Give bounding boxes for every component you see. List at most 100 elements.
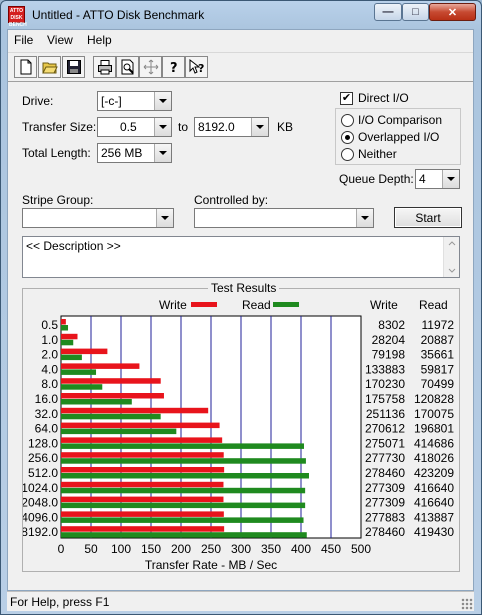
- print-button[interactable]: [93, 56, 116, 78]
- minimize-button[interactable]: —: [374, 3, 402, 21]
- read-value: 70499: [421, 377, 455, 391]
- write-bar: [61, 407, 209, 414]
- read-column-header: Read: [419, 298, 448, 312]
- read-bar: [61, 413, 161, 420]
- write-value: 275071: [365, 436, 405, 450]
- move-button[interactable]: [139, 56, 162, 78]
- help-icon: ?: [170, 61, 178, 75]
- chevron-down-icon[interactable]: [356, 209, 373, 227]
- neither-label: Neither: [358, 147, 397, 161]
- drive-label: Drive:: [22, 94, 54, 108]
- read-bar: [61, 517, 304, 523]
- transfer-size-label: Transfer Size:: [22, 120, 97, 134]
- stripe-group-select[interactable]: [22, 208, 174, 228]
- overlapped-io-radio[interactable]: [341, 131, 354, 144]
- menu-bar: File View Help: [8, 30, 473, 50]
- status-bar: For Help, press F1: [7, 591, 474, 611]
- neither-radio[interactable]: [341, 148, 354, 161]
- move-icon: [143, 59, 158, 75]
- x-tick-label: 0: [58, 542, 65, 556]
- direct-io-label: Direct I/O: [358, 91, 409, 105]
- size-label: 128.0: [28, 436, 58, 450]
- queue-depth-select[interactable]: 4: [415, 169, 460, 189]
- drive-value: [-c-]: [101, 94, 122, 108]
- transfer-size-from-value: 0.5: [120, 120, 137, 134]
- atto-app-icon[interactable]: ATTO DISK BENCH: [8, 6, 27, 28]
- read-bar: [61, 369, 97, 375]
- size-label: 8192.0: [23, 525, 58, 539]
- transfer-size-from-select[interactable]: 0.5: [97, 117, 172, 137]
- read-value: 418026: [414, 451, 454, 465]
- scroll-arrows-icon: [448, 241, 456, 273]
- size-label: 2048.0: [23, 496, 58, 510]
- total-length-select[interactable]: 256 MB: [97, 143, 172, 163]
- write-value: 270612: [365, 422, 405, 436]
- chevron-down-icon[interactable]: [156, 209, 173, 227]
- read-value: 413887: [414, 510, 454, 524]
- transfer-size-to-value: 8192.0: [198, 120, 235, 134]
- write-value: 28204: [372, 333, 406, 347]
- checkmark-icon: ✔: [341, 92, 352, 104]
- save-button[interactable]: [62, 56, 85, 78]
- x-tick-label: 150: [141, 542, 161, 556]
- read-bar: [61, 502, 306, 509]
- title-bar[interactable]: ATTO DISK BENCH Untitled - ATTO Disk Ben…: [1, 1, 481, 29]
- app-icon-text: ATTO DISK BENCH: [9, 8, 27, 28]
- x-tick-label: 350: [261, 542, 281, 556]
- chevron-down-icon[interactable]: [154, 144, 171, 162]
- close-icon: ✕: [447, 6, 458, 19]
- size-label: 4096.0: [23, 510, 58, 524]
- read-value: 120828: [414, 392, 454, 406]
- resize-grip-icon[interactable]: [461, 598, 473, 610]
- menu-help[interactable]: Help: [87, 33, 112, 47]
- write-bar: [61, 363, 140, 369]
- test-results-group: Test Results 0.5 1.0 2.0 4.0 8.0 16.0 32.0 64.0…: [22, 281, 460, 572]
- write-value: 8302: [378, 318, 405, 332]
- chevron-down-icon[interactable]: [251, 118, 268, 136]
- size-label: 512.0: [28, 466, 58, 480]
- chart-x-tick-labels: 0 50 100 150 200 250 300 350 400 450 500: [58, 542, 372, 556]
- menu-view[interactable]: View: [47, 33, 73, 47]
- new-button[interactable]: [14, 56, 37, 78]
- drive-select[interactable]: [-c-]: [97, 91, 172, 111]
- read-value: 11972: [422, 318, 455, 332]
- write-bar: [61, 511, 224, 517]
- menu-file[interactable]: File: [14, 33, 33, 47]
- read-bar: [61, 487, 306, 494]
- size-label: 1024.0: [23, 481, 58, 495]
- write-value: 277309: [365, 481, 405, 495]
- write-bar: [61, 452, 224, 458]
- read-value: 416640: [414, 481, 454, 495]
- x-tick-label: 300: [231, 542, 251, 556]
- chevron-down-icon[interactable]: [442, 170, 459, 188]
- print-preview-button[interactable]: [116, 56, 139, 78]
- context-help-button[interactable]: ?: [185, 56, 208, 78]
- description-field[interactable]: << Description >>: [22, 236, 460, 278]
- io-comparison-radio[interactable]: [341, 114, 354, 127]
- read-bar: [61, 443, 304, 449]
- direct-io-checkbox[interactable]: ✔: [340, 92, 353, 105]
- maximize-button[interactable]: □: [402, 3, 429, 21]
- size-label: 16.0: [35, 392, 59, 406]
- close-button[interactable]: ✕: [429, 3, 476, 21]
- description-scrollbar[interactable]: [443, 237, 459, 277]
- read-value: 35661: [421, 348, 455, 362]
- chevron-down-icon[interactable]: [154, 118, 171, 136]
- read-bar: [61, 428, 177, 435]
- svg-text:?: ?: [198, 62, 204, 75]
- chevron-down-icon[interactable]: [154, 92, 171, 110]
- transfer-size-to-select[interactable]: 8192.0: [194, 117, 269, 137]
- read-bar: [61, 384, 103, 390]
- open-button[interactable]: [38, 56, 61, 78]
- x-tick-label: 100: [111, 542, 131, 556]
- start-button[interactable]: Start: [394, 207, 462, 228]
- toolbar: ? ?: [8, 52, 473, 82]
- size-label: 8.0: [41, 377, 58, 391]
- size-label: 64.0: [35, 422, 59, 436]
- controlled-by-select[interactable]: [194, 208, 374, 228]
- size-label: 256.0: [28, 451, 58, 465]
- write-bar: [61, 319, 66, 325]
- help-button[interactable]: ?: [162, 56, 185, 78]
- write-value: 277309: [365, 496, 405, 510]
- write-bar: [61, 378, 161, 384]
